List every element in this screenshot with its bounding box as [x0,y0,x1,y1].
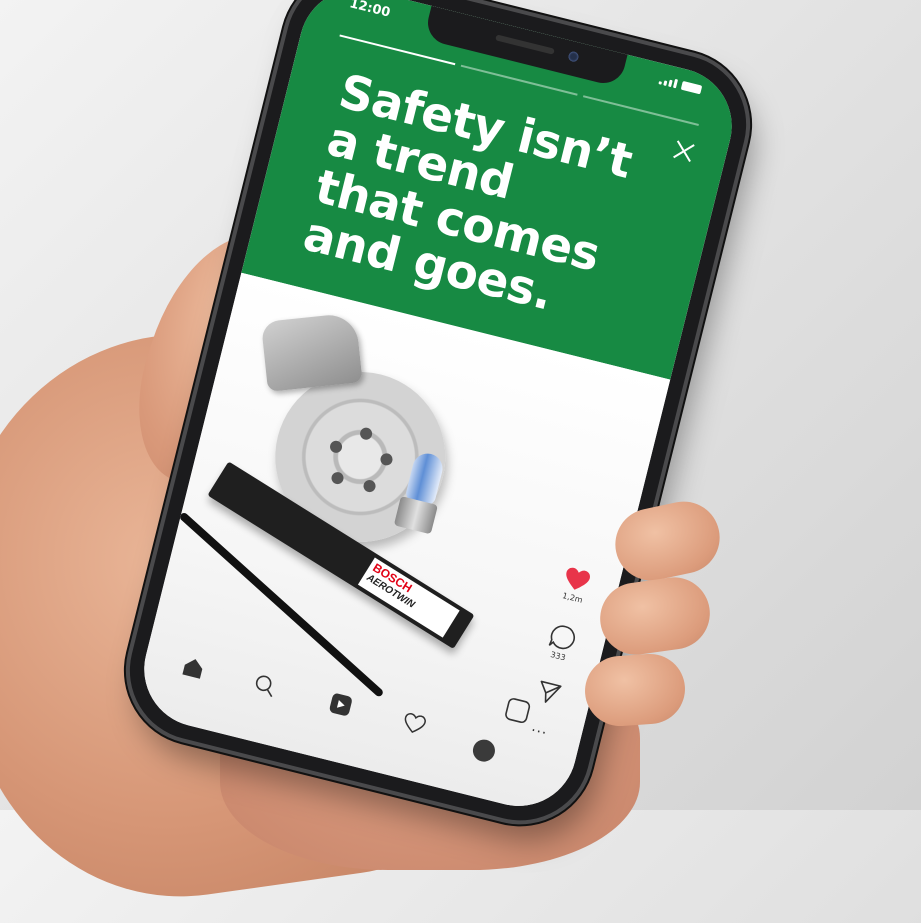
comment-icon [548,625,575,650]
profile-icon [470,737,498,764]
finger [582,651,688,729]
nav-search[interactable] [251,672,279,703]
status-time: 12:00 [347,0,392,21]
nav-activity[interactable] [400,712,427,741]
heart-icon [566,567,591,590]
signal-icon [658,75,679,89]
reels-icon [329,693,352,716]
wiper-box-label: BOSCH AEROTWIN [357,557,460,638]
home-icon [182,659,203,679]
front-camera [567,50,580,63]
new-post-icon [505,698,531,724]
close-icon[interactable] [669,137,698,166]
story-headline: Safety isn’t a trend that comes and goes… [298,64,657,335]
nav-profile[interactable] [470,737,498,764]
nav-home[interactable] [179,655,207,686]
new-post-button[interactable] [502,696,532,729]
brake-caliper [260,312,363,392]
battery-icon [680,80,703,95]
speaker [495,34,555,55]
nav-reels[interactable] [327,691,355,722]
search-icon [255,675,273,698]
status-icons [658,75,703,95]
story-progress-segment [582,95,699,126]
heart-outline-icon [404,712,426,733]
